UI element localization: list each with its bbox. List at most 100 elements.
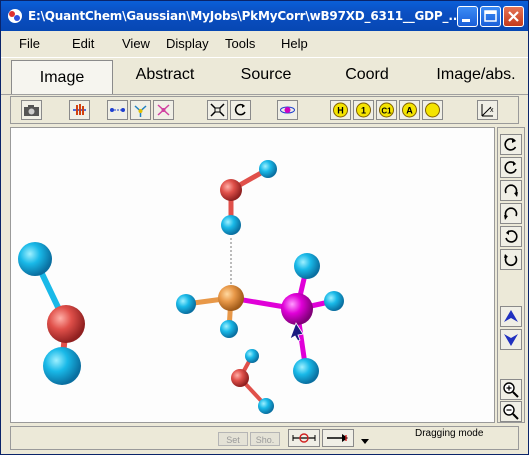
hydrogen-atom[interactable]: [220, 320, 238, 338]
axes-icon: x: [481, 104, 494, 117]
molecule-canvas[interactable]: [11, 128, 494, 422]
reset-view-icon: [234, 103, 246, 116]
show-h-label: H: [337, 106, 344, 116]
set-button[interactable]: Set: [218, 432, 248, 446]
dihedral-button[interactable]: [153, 100, 174, 120]
atom-label-icon: A: [402, 102, 417, 118]
zoom-in-button[interactable]: [500, 379, 522, 400]
rotate-x-ccw-icon: [504, 161, 517, 174]
c1-label-icon: C1: [379, 102, 394, 118]
maximize-icon: [484, 10, 497, 22]
show-h-button[interactable]: H: [330, 100, 351, 120]
maximize-button[interactable]: [480, 6, 501, 27]
menu-bar: File Edit View Display Tools Help: [1, 32, 528, 56]
axes-button[interactable]: x: [477, 100, 498, 120]
c1-label-text: C1: [381, 107, 392, 116]
main-window: E:\QuantChem\Gaussian\MyJobs\PkMyCorr\wB…: [0, 0, 529, 455]
menu-help[interactable]: Help: [281, 36, 308, 51]
move-up-button[interactable]: [500, 306, 522, 327]
c1-label-button[interactable]: C1: [376, 100, 397, 120]
tab-bar: Image Abstract Source Coord Image/abs.: [1, 57, 528, 95]
rotate-z-cw-icon: [505, 230, 518, 243]
menu-file[interactable]: File: [19, 36, 40, 51]
show-button[interactable]: Sho.: [250, 432, 280, 446]
orbit-button[interactable]: [277, 100, 298, 120]
move-down-icon: [504, 334, 518, 346]
bond-measure-icon: [292, 433, 316, 443]
oxygen-atom[interactable]: [47, 305, 85, 343]
hydrogen-atom[interactable]: [258, 398, 274, 414]
hydrogen-atom[interactable]: [245, 349, 259, 363]
hydrogen-atom[interactable]: [221, 215, 241, 235]
atom-number-label: 1: [361, 106, 366, 116]
mode-dropdown[interactable]: [360, 434, 370, 444]
rotate-y-cw-button[interactable]: [500, 180, 522, 201]
hydrogen-atom[interactable]: [43, 347, 81, 385]
molecule-viewport[interactable]: [10, 127, 495, 423]
ball-button[interactable]: [422, 100, 443, 120]
chevron-down-icon: [361, 439, 369, 444]
minimize-button[interactable]: [457, 6, 478, 27]
rotate-z-cw-button[interactable]: [500, 226, 522, 247]
fit-window-button[interactable]: [207, 100, 228, 120]
atom-number-button[interactable]: 1: [353, 100, 374, 120]
pointer-mode-button[interactable]: [322, 429, 354, 447]
tab-image-abs[interactable]: Image/abs.: [423, 58, 529, 92]
atoms: [18, 160, 344, 414]
show-h-icon: H: [333, 102, 348, 118]
hydrogen-atom[interactable]: [293, 358, 319, 384]
oxygen-atom[interactable]: [231, 369, 249, 387]
orbit-icon: [280, 106, 295, 114]
tab-abstract[interactable]: Abstract: [117, 58, 213, 92]
rotate-hand-icon: [73, 104, 86, 115]
rotate-x-ccw-button[interactable]: [500, 157, 522, 178]
rotate-z-ccw-button[interactable]: [500, 249, 522, 270]
hydrogen-atom[interactable]: [259, 160, 277, 178]
status-bar: Set Sho. Dragging mode: [10, 426, 519, 450]
rotate-y-ccw-button[interactable]: [500, 203, 522, 224]
bond-length-button[interactable]: [107, 100, 128, 120]
window-title: E:\QuantChem\Gaussian\MyJobs\PkMyCorr\wB…: [28, 9, 462, 23]
atom-label-button[interactable]: A: [399, 100, 420, 120]
camera-button[interactable]: [21, 100, 42, 120]
reset-view-button[interactable]: [230, 100, 251, 120]
close-button[interactable]: [503, 6, 524, 27]
hydrogen-atom[interactable]: [18, 242, 52, 276]
app-icon: [8, 9, 22, 23]
menu-tools[interactable]: Tools: [225, 36, 255, 51]
minimize-icon: [462, 19, 470, 22]
title-bar[interactable]: E:\QuantChem\Gaussian\MyJobs\PkMyCorr\wB…: [1, 1, 528, 31]
bond-angle-button[interactable]: [130, 100, 151, 120]
bond-length-icon: [110, 108, 125, 112]
dihedral-icon: [157, 104, 170, 116]
mode-status-text: Dragging mode: [415, 428, 484, 439]
oxygen-atom[interactable]: [220, 179, 242, 201]
tab-image[interactable]: Image: [11, 60, 113, 94]
menu-view[interactable]: View: [122, 36, 150, 51]
camera-icon: [24, 105, 39, 116]
rotate-z-ccw-icon: [504, 254, 518, 267]
selected-atom[interactable]: [281, 293, 313, 325]
hydrogen-atom[interactable]: [294, 253, 320, 279]
atom-number-icon: 1: [356, 102, 371, 118]
bond-draw-button[interactable]: [288, 429, 320, 447]
menu-edit[interactable]: Edit: [72, 36, 94, 51]
zoom-out-icon: [503, 404, 519, 420]
rotate-x-cw-button[interactable]: [500, 134, 522, 155]
view-controls-sidebar: [497, 127, 525, 423]
zoom-out-button[interactable]: [500, 401, 522, 422]
hydrogen-atom[interactable]: [324, 291, 344, 311]
zoom-in-icon: [503, 382, 519, 398]
tab-coord[interactable]: Coord: [319, 58, 415, 92]
phosphorus-atom[interactable]: [218, 285, 244, 311]
rotate-hand-button[interactable]: [69, 100, 90, 120]
close-icon: [508, 11, 519, 22]
fit-window-icon: [210, 103, 225, 117]
toolbar: H 1 C1 A x: [10, 96, 519, 124]
axes-label: x: [490, 107, 494, 114]
hydrogen-atom[interactable]: [176, 294, 196, 314]
menu-display[interactable]: Display: [166, 36, 209, 51]
move-down-button[interactable]: [500, 329, 522, 350]
tab-source[interactable]: Source: [219, 58, 313, 92]
pointer-arrow-icon: [327, 434, 348, 442]
